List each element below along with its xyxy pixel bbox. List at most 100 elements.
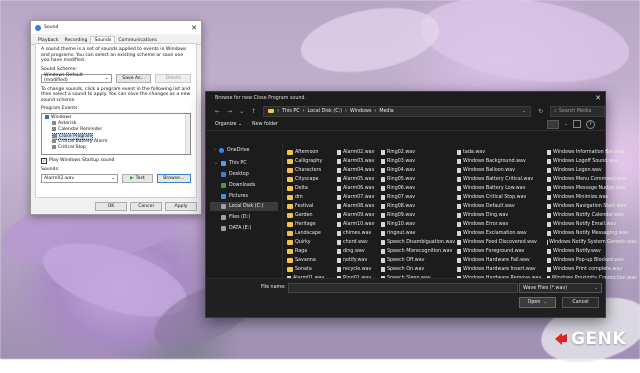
list-item[interactable]: Critical Battery Alarm	[52, 139, 108, 145]
breadcrumb-item[interactable]: This PC	[282, 109, 300, 114]
file-item[interactable]: Windows Hardware Insert.wav	[457, 265, 547, 274]
file-item[interactable]: Windows Notify.wav	[547, 247, 637, 256]
file-name: Windows Error.wav	[463, 222, 508, 227]
new-folder-button[interactable]: New folder	[252, 122, 278, 127]
close-button[interactable]: ✕	[591, 94, 605, 102]
file-item[interactable]: Windows Logon.wav	[547, 166, 637, 175]
file-name: Windows Pop-up Blocked.wav	[553, 258, 624, 263]
file-item[interactable]: Windows Pop-up Blocked.wav	[547, 256, 637, 265]
breadcrumb-item[interactable]: Local Disk (C:)	[308, 109, 343, 114]
breadcrumb-item[interactable]: Media	[379, 109, 393, 114]
file-item[interactable]: Windows Error.wav	[457, 220, 547, 229]
audio-file-icon	[547, 222, 551, 227]
file-item[interactable]: Windows Logoff Sound.wav	[547, 157, 637, 166]
nav-item-data-e[interactable]: DATA (E:)	[221, 224, 251, 233]
apply-button[interactable]: Apply	[165, 202, 197, 211]
file-item[interactable]: Windows Battery Low.wav	[457, 184, 547, 193]
sounds-dropdown[interactable]: Alarm02.wav ⌄	[41, 174, 118, 183]
file-item[interactable]: Windows Message Nudge.wav	[547, 184, 637, 193]
nav-item-this-pc[interactable]: ⌄ This PC	[214, 159, 247, 168]
file-name: Windows Ding.wav	[463, 213, 508, 218]
browse-button[interactable]: Browse...	[157, 174, 191, 183]
delete-button[interactable]: Delete	[155, 74, 191, 83]
file-item[interactable]: Windows Exclamation.wav	[457, 229, 547, 238]
checkbox-box[interactable]: ✓	[41, 158, 47, 164]
chevron-down-icon[interactable]: ⌄	[239, 108, 244, 115]
file-name: Speech Disambiguation.wav	[387, 240, 455, 245]
help-icon[interactable]: ?	[586, 120, 595, 129]
nav-item-files-d[interactable]: Files (D:)	[221, 213, 250, 222]
file-item[interactable]: Windows Notify System Generic.wav	[547, 238, 637, 247]
nav-item-onedrive[interactable]: › OneDrive	[214, 146, 249, 155]
file-item[interactable]: Windows Balloon.wav	[457, 166, 547, 175]
file-item[interactable]: Windows Battery Critical.wav	[457, 175, 547, 184]
file-type-value: Wave Files (*.wav)	[523, 286, 567, 291]
chevron-down-icon[interactable]: ⌄	[522, 109, 526, 114]
organize-menu[interactable]: Organize ⌄	[215, 122, 242, 127]
program-events-list[interactable]: Windows Asterisk Calendar Reminder Close…	[41, 113, 191, 155]
up-arrow-icon[interactable]: ↑	[251, 108, 256, 115]
file-item[interactable]: Windows Default.wav	[457, 202, 547, 211]
nav-item-downloads[interactable]: Downloads	[221, 181, 255, 190]
breadcrumb-item[interactable]: Windows	[350, 109, 371, 114]
audio-file-icon	[457, 168, 461, 173]
refresh-icon[interactable]: ↻	[538, 108, 543, 115]
file-item[interactable]: Windows Feed Discovered.wav	[457, 238, 547, 247]
file-type-dropdown[interactable]: Wave Files (*.wav) ⌄	[519, 283, 602, 293]
nav-item-desktop[interactable]: Desktop	[221, 170, 249, 179]
nav-item-pictures[interactable]: Pictures	[221, 192, 248, 201]
sound-titlebar: Sound ✕	[31, 21, 201, 34]
file-name-input[interactable]	[288, 283, 518, 293]
cloud-icon	[219, 148, 224, 153]
audio-file-icon	[337, 150, 341, 155]
view-grid-icon[interactable]	[547, 120, 559, 129]
file-item[interactable]: Windows Print complete.wav	[547, 265, 637, 274]
file-item[interactable]: Windows Information Bar.wav	[547, 148, 637, 157]
file-item[interactable]: Windows Hardware Fail.wav	[457, 256, 547, 265]
preview-pane-icon[interactable]	[573, 120, 581, 128]
browse-titlebar: Browse for new Close Program sound. ✕	[206, 92, 605, 104]
save-as-button[interactable]: Save As...	[116, 74, 152, 83]
change-instructions: To change sounds, click a program event …	[41, 87, 191, 104]
file-item[interactable]: Windows Menu Command.wav	[547, 175, 637, 184]
scheme-value: Windows Default (modified)	[44, 73, 105, 83]
audio-file-icon	[547, 258, 551, 263]
search-placeholder: Search Media	[559, 109, 591, 114]
scheme-dropdown[interactable]: Windows Default (modified) ⌄	[41, 74, 112, 83]
cancel-button[interactable]: Cancel	[130, 202, 162, 211]
file-item[interactable]: Windows Foreground.wav	[457, 247, 547, 256]
list-item[interactable]: Windows	[45, 115, 72, 121]
events-scrollbar[interactable]	[185, 114, 190, 154]
file-item[interactable]: Windows Notify Messaging.wav	[547, 229, 637, 238]
nav-item-local-disk[interactable]: Local Disk (C:)	[210, 202, 278, 211]
startup-sound-checkbox[interactable]: ✓ Play Windows Startup sound	[41, 158, 191, 164]
list-item[interactable]: Calendar Reminder	[52, 127, 102, 133]
close-button[interactable]: ✕	[187, 24, 201, 32]
list-item[interactable]: Critical Stop	[52, 145, 86, 151]
search-input[interactable]: ⌕ Search Media	[550, 106, 605, 117]
file-name: Windows Feed Discovered.wav	[463, 240, 537, 245]
test-button[interactable]: ▶ Test	[122, 174, 153, 183]
file-item[interactable]: Windows Navigation Start.wav	[547, 202, 637, 211]
folder-icon	[287, 150, 293, 155]
file-item[interactable]: Windows Background.wav	[457, 157, 547, 166]
open-button[interactable]: Open ⌄	[519, 297, 556, 308]
back-arrow-icon[interactable]: ←	[215, 108, 220, 115]
file-item[interactable]: Windows Critical Stop.wav	[457, 193, 547, 202]
file-list: AfternoonCalligraphyCharactersCityscapeD…	[282, 144, 601, 279]
file-item[interactable]: Windows Ding.wav	[457, 211, 547, 220]
chevron-down-icon[interactable]: ⌄	[564, 122, 568, 127]
file-item[interactable]: Windows Minimize.wav	[547, 193, 637, 202]
file-item[interactable]: tada.wav	[457, 148, 547, 157]
file-item[interactable]: Windows Notify Calendar.wav	[547, 211, 637, 220]
list-item[interactable]: Asterisk	[52, 121, 76, 127]
file-item[interactable]: Windows Notify Email.wav	[547, 220, 637, 229]
file-name: Windows Minimize.wav	[553, 195, 608, 200]
breadcrumb[interactable]: › This PC › Local Disk (C:) › Windows › …	[263, 106, 531, 117]
ok-button[interactable]: OK	[95, 202, 127, 211]
forward-arrow-icon[interactable]: →	[227, 108, 232, 115]
cancel-button[interactable]: Cancel	[562, 297, 599, 308]
file-name: Windows Notify System Generic.wav	[549, 240, 637, 245]
audio-file-icon	[381, 231, 385, 236]
audio-file-icon	[547, 213, 551, 218]
